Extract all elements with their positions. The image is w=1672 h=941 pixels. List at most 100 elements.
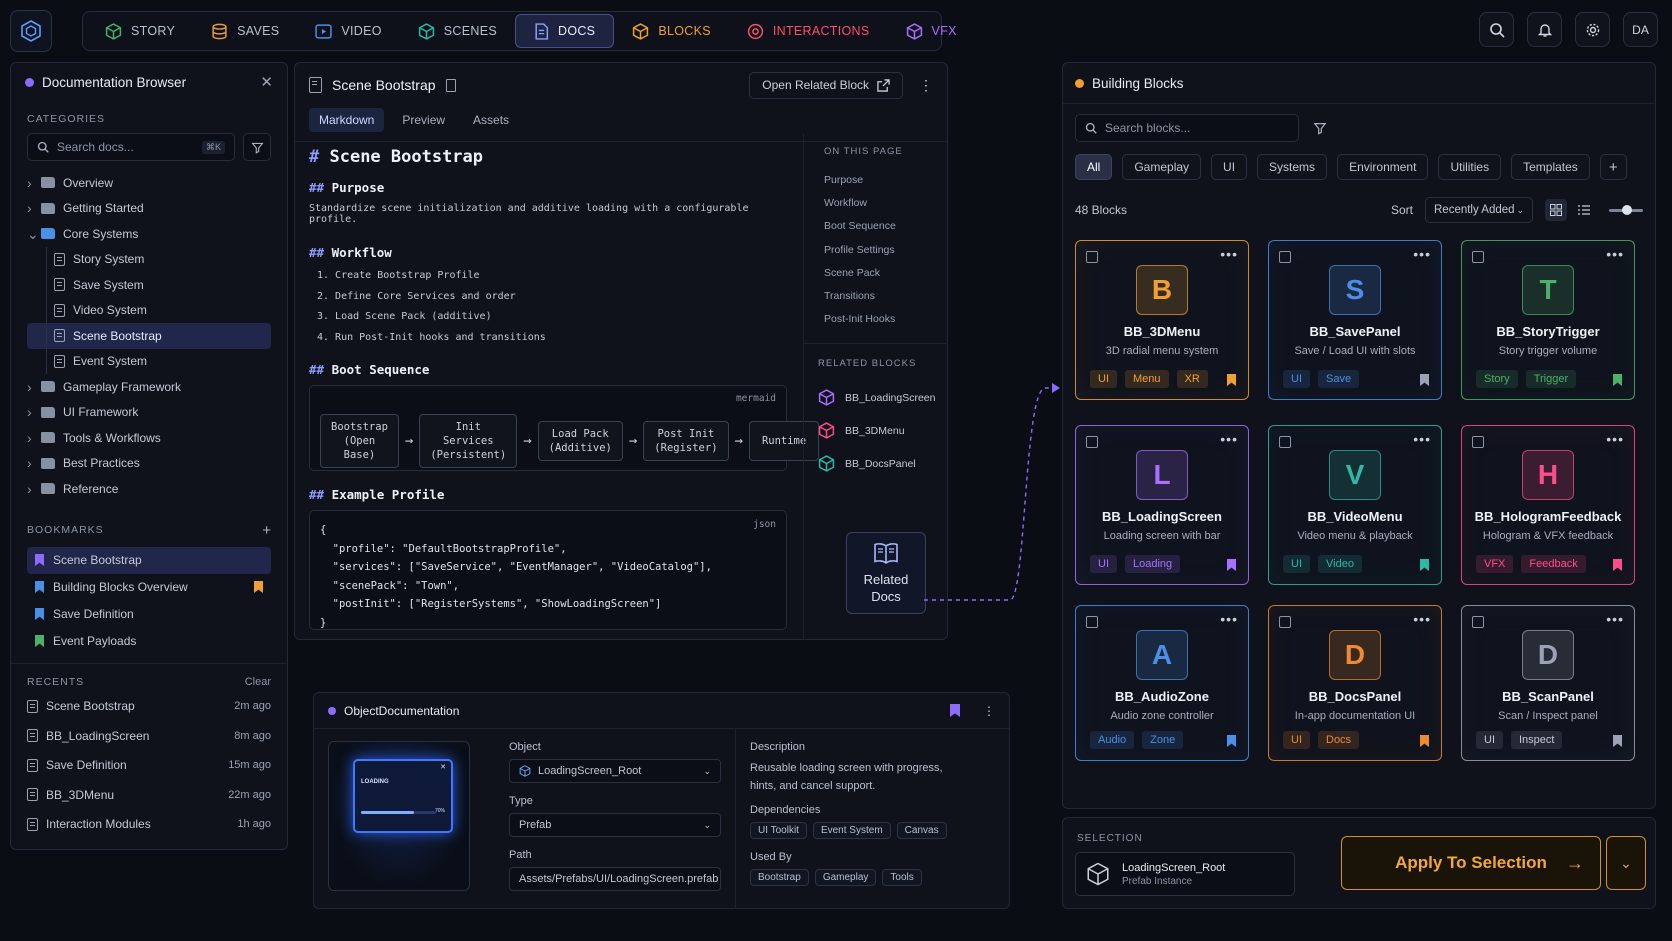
more-options-icon[interactable]: •••	[1220, 611, 1238, 627]
tree-folder-item[interactable]: ⌄ Core Systems	[27, 221, 271, 247]
block-card[interactable]: ••• V BB_VideoMenu Video menu & playback UI V…	[1268, 425, 1442, 585]
search-button[interactable]	[1479, 12, 1514, 47]
filter-chip-environment[interactable]: Environment	[1337, 154, 1429, 180]
card-checkbox[interactable]	[1279, 251, 1291, 263]
on-this-page-link[interactable]: Transitions	[824, 285, 948, 308]
bookmark-icon[interactable]	[1613, 374, 1622, 386]
used-by-chip[interactable]: Tools	[882, 869, 922, 886]
apply-options-dropdown[interactable]: ⌄	[1606, 836, 1646, 890]
card-checkbox[interactable]	[1086, 616, 1098, 628]
block-card[interactable]: ••• D BB_ScanPanel Scan / Inspect panel UI In…	[1461, 605, 1635, 761]
block-card[interactable]: ••• B BB_3DMenu 3D radial menu system UI Menu…	[1075, 240, 1249, 400]
block-card[interactable]: ••• H BB_HologramFeedback Hologram & VFX fe…	[1461, 425, 1635, 585]
block-tag[interactable]: VFX	[1476, 555, 1514, 573]
filter-chip-gameplay[interactable]: Gameplay	[1122, 154, 1202, 180]
block-tag[interactable]: XR	[1176, 370, 1208, 388]
avatar[interactable]: DA	[1623, 12, 1658, 47]
block-card[interactable]: ••• L BB_LoadingScreen Loading screen with …	[1075, 425, 1249, 585]
card-checkbox[interactable]	[1279, 616, 1291, 628]
nav-tab-blocks[interactable]: BLOCKS	[614, 14, 729, 48]
tree-folder-item[interactable]: › Getting Started	[27, 196, 271, 222]
more-options-icon[interactable]: •••	[1220, 431, 1238, 447]
bookmark-icon[interactable]	[1420, 374, 1429, 386]
tree-folder-item[interactable]: › Reference	[27, 476, 271, 502]
apply-to-selection-button[interactable]: Apply To Selection →	[1341, 836, 1601, 890]
filter-chip-ui[interactable]: UI	[1211, 154, 1248, 180]
recent-item[interactable]: Interaction Modules 1h ago	[27, 810, 271, 840]
recent-item[interactable]: BB_LoadingScreen 8m ago	[27, 721, 271, 751]
bookmark-item[interactable]: Event Payloads	[27, 628, 271, 655]
recent-item[interactable]: BB_3DMenu 22m ago	[27, 780, 271, 810]
path-field[interactable]: Assets/Prefabs/UI/LoadingScreen.prefab	[509, 867, 721, 891]
block-tag[interactable]: Inspect	[1511, 731, 1563, 749]
tree-doc-item[interactable]: Video System	[27, 297, 271, 323]
tree-folder-item[interactable]: › Tools & Workflows	[27, 425, 271, 451]
block-tag[interactable]: Story	[1476, 370, 1518, 388]
chevron-right-icon[interactable]: ›	[27, 380, 41, 394]
on-this-page-link[interactable]: Boot Sequence	[824, 215, 948, 238]
tree-doc-item[interactable]: Save System	[27, 272, 271, 298]
block-tag[interactable]: UI	[1283, 370, 1310, 388]
block-card[interactable]: ••• S BB_SavePanel Save / Load UI with slot…	[1268, 240, 1442, 400]
chevron-right-icon[interactable]: ›	[27, 456, 41, 470]
blocks-search-input[interactable]: Search blocks...	[1075, 114, 1299, 142]
chevron-down-icon[interactable]: ⌄	[27, 227, 41, 241]
more-options-icon[interactable]: •••	[1413, 431, 1431, 447]
bookmark-icon[interactable]	[1420, 559, 1429, 571]
bookmark-icon[interactable]	[445, 78, 456, 92]
nav-tab-vfx[interactable]: VFX	[888, 14, 975, 48]
nav-tab-video[interactable]: VIDEO	[297, 14, 399, 48]
bookmark-icon[interactable]	[1613, 735, 1622, 747]
recent-item[interactable]: Save Definition 15m ago	[27, 751, 271, 781]
chevron-right-icon[interactable]: ›	[27, 201, 41, 215]
tab-assets[interactable]: Assets	[463, 108, 519, 132]
block-card[interactable]: ••• D BB_DocsPanel In-app documentation UI U…	[1268, 605, 1442, 761]
block-tag[interactable]: UI	[1283, 731, 1310, 749]
tree-folder-item[interactable]: › Gameplay Framework	[27, 374, 271, 400]
more-options-icon[interactable]: •••	[1413, 246, 1431, 262]
filter-chip-utilities[interactable]: Utilities	[1438, 154, 1502, 180]
on-this-page-link[interactable]: Purpose	[824, 169, 948, 192]
slider-thumb[interactable]	[1622, 204, 1632, 215]
more-options-icon[interactable]: ⋮	[919, 77, 933, 94]
related-block-link[interactable]: BB_3DMenu	[818, 414, 948, 447]
bookmark-icon[interactable]	[1227, 735, 1236, 747]
filter-chip-systems[interactable]: Systems	[1257, 154, 1328, 180]
card-checkbox[interactable]	[1472, 616, 1484, 628]
clear-recents-button[interactable]: Clear	[245, 676, 271, 688]
filter-button[interactable]	[1309, 114, 1331, 142]
chevron-right-icon[interactable]: ›	[27, 176, 41, 190]
block-card[interactable]: ••• T BB_StoryTrigger Story trigger volume S…	[1461, 240, 1635, 400]
block-tag[interactable]: Audio	[1090, 731, 1135, 749]
card-checkbox[interactable]	[1472, 251, 1484, 263]
block-tag[interactable]: UI	[1090, 555, 1117, 573]
chevron-right-icon[interactable]: ›	[27, 405, 41, 419]
card-checkbox[interactable]	[1086, 251, 1098, 263]
block-tag[interactable]: Trigger	[1525, 370, 1577, 388]
card-checkbox[interactable]	[1279, 436, 1291, 448]
sort-select[interactable]: Recently Added ⌄	[1425, 197, 1533, 223]
close-icon[interactable]: ✕	[260, 73, 273, 91]
filter-chip-all[interactable]: All	[1075, 154, 1113, 180]
bookmark-item[interactable]: Scene Bootstrap	[27, 546, 271, 574]
bookmark-icon[interactable]	[1227, 374, 1236, 386]
recent-item[interactable]: Scene Bootstrap 2m ago	[27, 692, 271, 722]
bookmark-icon[interactable]	[1420, 735, 1429, 747]
filter-button[interactable]	[243, 133, 271, 161]
dependency-chip[interactable]: Event System	[812, 822, 891, 839]
on-this-page-link[interactable]: Workflow	[824, 192, 948, 215]
dependency-chip[interactable]: Canvas	[896, 822, 947, 839]
tab-markdown[interactable]: Markdown	[309, 108, 385, 132]
block-tag[interactable]: Feedback	[1521, 555, 1586, 573]
filter-chip-templates[interactable]: Templates	[1511, 154, 1590, 180]
object-select[interactable]: LoadingScreen_Root ⌄	[509, 759, 721, 783]
notifications-button[interactable]	[1527, 12, 1562, 47]
more-options-icon[interactable]: •••	[1606, 611, 1624, 627]
block-tag[interactable]: UI	[1283, 555, 1310, 573]
bookmark-icon[interactable]	[1227, 559, 1236, 571]
chevron-right-icon[interactable]: ›	[27, 482, 41, 496]
nav-tab-story[interactable]: STORY	[87, 14, 193, 48]
block-tag[interactable]: UI	[1090, 370, 1117, 388]
block-tag[interactable]: Loading	[1125, 555, 1181, 573]
zoom-slider[interactable]	[1609, 204, 1643, 215]
